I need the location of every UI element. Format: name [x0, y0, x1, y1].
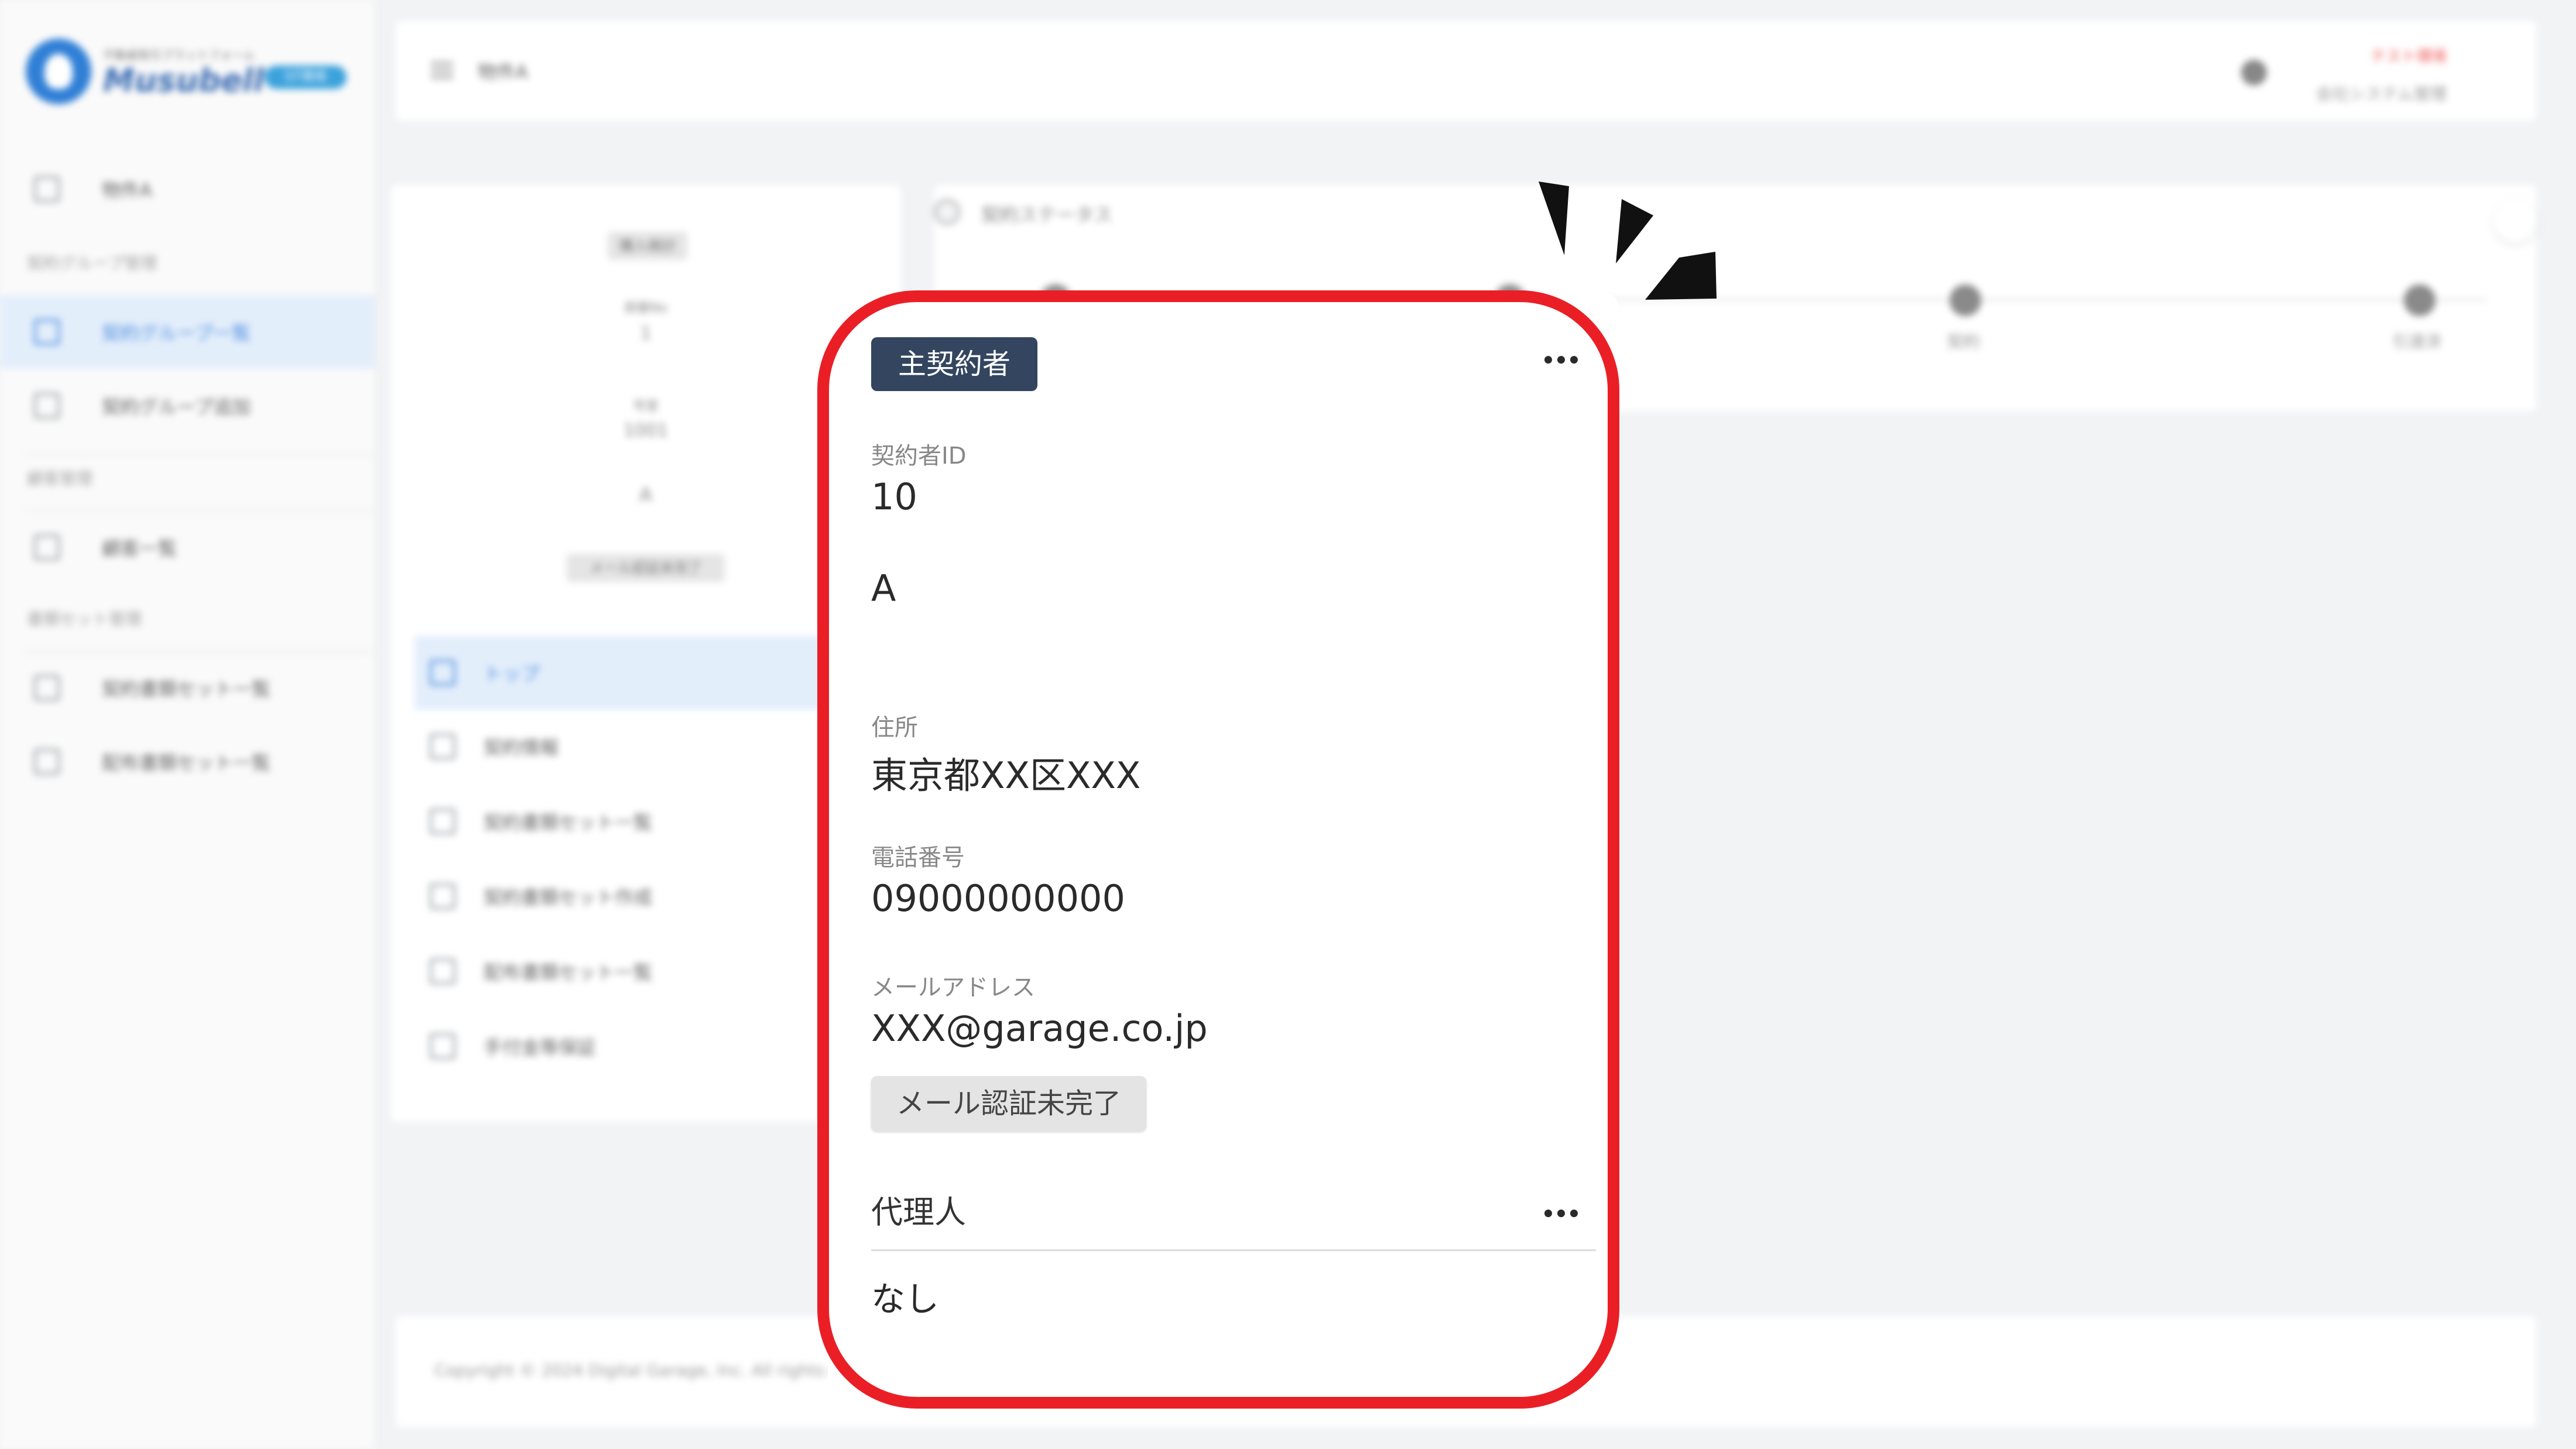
menu-item-label: 配布書類セット一覧 — [484, 961, 653, 984]
document-icon — [34, 675, 60, 701]
menu-item-label: 契約書類セット一覧 — [484, 811, 653, 834]
mail-status-chip: メール認証未完了 — [567, 554, 725, 582]
sidebar-item-contract-document-set-list[interactable]: 契約書類セット一覧 — [0, 651, 375, 725]
sidebar-item-label: 配布書類セット一覧 — [102, 752, 271, 774]
sidebar-item-label: 契約グループ追加 — [102, 396, 251, 418]
menu-item-label: トップ — [484, 663, 540, 685]
contractor-id-label: 契約者ID — [871, 443, 967, 470]
address-value: 東京都XX区XXX — [871, 754, 1141, 797]
logo-name: Musubell — [103, 62, 265, 99]
agent-divider — [871, 1249, 1596, 1251]
header-user-menu[interactable]: テスト環境 会社システム管理 — [2316, 44, 2447, 105]
header-title: 物件A — [478, 61, 528, 83]
primary-contractor-badge: 主契約者 — [871, 337, 1037, 391]
contractor-id-value: 10 — [871, 475, 917, 518]
menu-item-top[interactable]: トップ — [415, 636, 824, 710]
room-no-value: 1 — [640, 323, 652, 344]
sidebar-heading-customer: 顧客管理 — [27, 469, 93, 488]
hamburger-menu-icon[interactable] — [431, 62, 453, 78]
sidebar-item-label: 物件A — [102, 179, 152, 201]
gear-icon[interactable] — [2241, 60, 2267, 85]
menu-item-distribution-document-set-list[interactable]: 配布書類セット一覧 — [415, 934, 824, 1008]
user-role: 会社システム管理 — [2316, 84, 2447, 104]
document-add-icon — [430, 883, 455, 909]
room-no-label: 部屋No — [624, 301, 667, 316]
status-title: 契約ステータス — [981, 204, 1113, 226]
step-dot — [1950, 285, 1981, 316]
menu-item-contract-info[interactable]: 契約情報 — [415, 710, 824, 783]
sidebar-item-contract-group-add[interactable]: 契約グループ追加 — [0, 369, 375, 443]
address-label: 住所 — [871, 714, 918, 741]
home-icon — [430, 660, 455, 686]
phone-label: 電話番号 — [871, 844, 965, 871]
agent-label: 代理人 — [871, 1194, 966, 1231]
add-list-icon — [34, 393, 60, 419]
agent-value: なし — [871, 1279, 940, 1319]
info-icon — [430, 734, 455, 759]
menu-item-contract-document-set-create[interactable]: 契約書類セット作成 — [415, 859, 824, 933]
document-search-icon — [34, 749, 60, 775]
sidebar-divider — [23, 454, 375, 455]
menu-item-contract-document-set-list[interactable]: 契約書類セット一覧 — [415, 785, 824, 858]
list-icon — [34, 319, 60, 345]
menu-item-label: 契約書類セット作成 — [484, 886, 653, 909]
more-options-icon[interactable] — [1544, 356, 1578, 364]
menu-item-label: 手付金等保証 — [484, 1036, 597, 1059]
menu-item-deposit-guarantee[interactable]: 手付金等保証 — [415, 1009, 824, 1083]
step-dot — [2404, 285, 2435, 316]
agent-more-options-icon[interactable] — [1544, 1210, 1578, 1218]
sidebar-heading-document-set: 書類セット管理 — [27, 609, 142, 629]
sidebar-item-label: 顧客一覧 — [102, 537, 177, 560]
document-icon — [430, 809, 455, 834]
step-label-handover: 引渡済 — [2392, 332, 2442, 351]
environment-warning: テスト環境 — [2371, 48, 2447, 66]
sidebar: 不動産取引プラットフォーム Musubell ST環境 物件A 契約グループ管理… — [0, 0, 376, 1449]
sidebar-item-label: 契約グループ一覧 — [102, 322, 251, 344]
environment-badge: ST環境 — [265, 66, 347, 89]
building-icon — [34, 176, 60, 202]
sidebar-item-contract-group-list[interactable]: 契約グループ一覧 — [0, 295, 375, 369]
menu-item-label: 契約情報 — [484, 737, 559, 759]
logo-icon — [26, 39, 91, 104]
person-icon — [34, 535, 60, 560]
edit-pencil-icon[interactable] — [2493, 199, 2537, 244]
sidebar-item-distribution-document-set-list[interactable]: 配布書類セット一覧 — [0, 725, 375, 799]
sidebar-heading-contract-group: 契約グループ管理 — [27, 254, 157, 273]
step-label-contract: 契約 — [1947, 332, 1981, 351]
sidebar-item-property[interactable]: 物件A — [0, 152, 375, 226]
document-search-icon — [430, 958, 455, 984]
status-circle-icon — [934, 199, 960, 225]
contractor-name: A — [871, 567, 896, 609]
guarantee-icon — [430, 1033, 455, 1059]
email-value: XXX@garage.co.jp — [871, 1007, 1208, 1050]
status-tag: 購入検討 — [608, 232, 687, 260]
top-header: 物件A テスト環境 会社システム管理 — [396, 21, 2536, 121]
sidebar-item-customer-list[interactable]: 顧客一覧 — [0, 511, 375, 584]
phone-value: 09000000000 — [871, 877, 1125, 920]
logo-tagline: 不動産取引プラットフォーム — [103, 48, 255, 62]
sidebar-item-label: 契約書類セット一覧 — [102, 678, 271, 700]
email-label: メールアドレス — [871, 974, 1035, 1001]
email-verification-status: メール認証未完了 — [871, 1076, 1146, 1131]
